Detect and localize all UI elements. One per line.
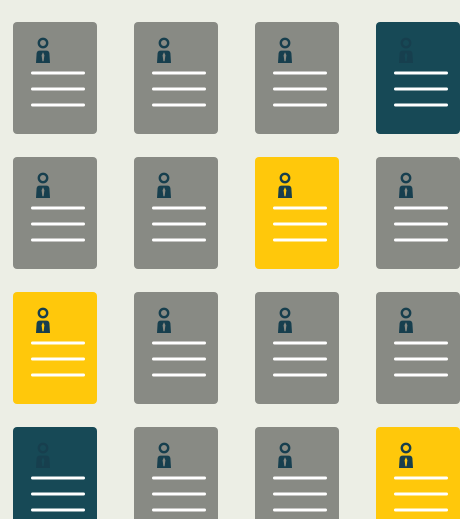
person-icon bbox=[273, 37, 327, 107]
resume-card bbox=[13, 157, 97, 269]
person-icon bbox=[31, 307, 85, 377]
person-icon bbox=[394, 442, 448, 512]
person-icon bbox=[31, 172, 85, 242]
resume-card bbox=[255, 427, 339, 519]
resume-card bbox=[134, 427, 218, 519]
person-icon bbox=[273, 442, 327, 512]
resume-card bbox=[13, 292, 97, 404]
person-icon bbox=[152, 172, 206, 242]
resume-card bbox=[376, 157, 460, 269]
resume-card bbox=[255, 157, 339, 269]
person-icon bbox=[394, 37, 448, 107]
resume-card bbox=[376, 292, 460, 404]
resume-card bbox=[13, 427, 97, 519]
person-icon bbox=[152, 307, 206, 377]
person-icon bbox=[273, 307, 327, 377]
person-icon bbox=[31, 37, 85, 107]
person-icon bbox=[31, 442, 85, 512]
resume-card bbox=[134, 157, 218, 269]
resume-card bbox=[134, 292, 218, 404]
resume-card bbox=[376, 427, 460, 519]
resume-card-grid bbox=[0, 0, 460, 519]
resume-card bbox=[376, 22, 460, 134]
resume-card bbox=[134, 22, 218, 134]
person-icon bbox=[152, 37, 206, 107]
person-icon bbox=[394, 307, 448, 377]
person-icon bbox=[394, 172, 448, 242]
resume-card bbox=[255, 22, 339, 134]
resume-card bbox=[255, 292, 339, 404]
person-icon bbox=[273, 172, 327, 242]
person-icon bbox=[152, 442, 206, 512]
resume-card bbox=[13, 22, 97, 134]
